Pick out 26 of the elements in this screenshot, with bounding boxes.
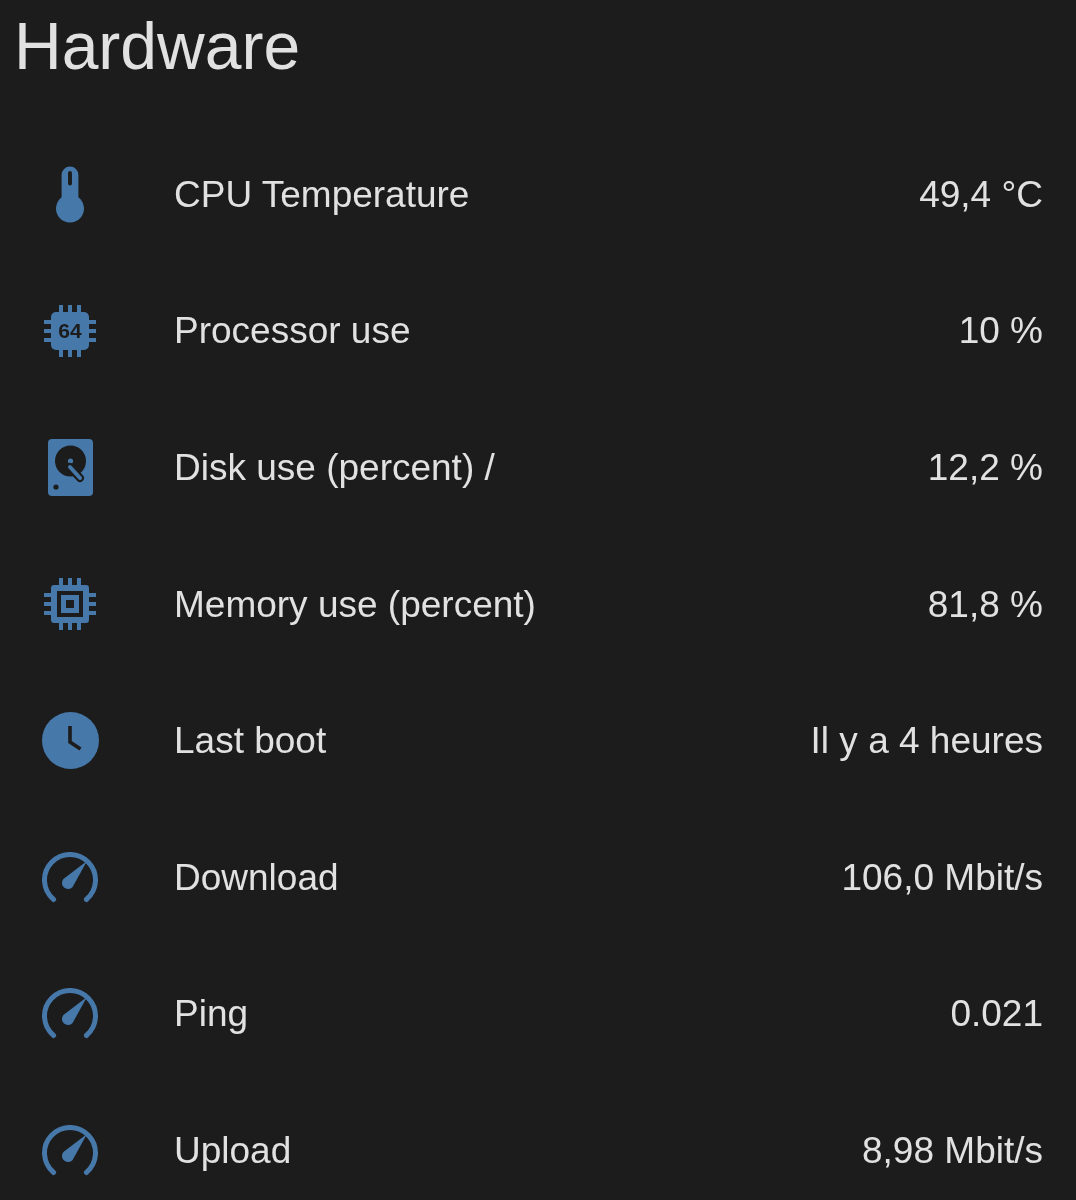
- card-title: Hardware: [14, 13, 301, 79]
- sensor-label: Download: [174, 858, 339, 896]
- sensor-value: 0.021: [950, 995, 1043, 1033]
- thermometer-icon: [56, 165, 84, 223]
- speedometer-icon: [41, 988, 99, 1040]
- sensor-value: 49,4 °C: [919, 175, 1043, 213]
- sensor-value: 81,8 %: [927, 585, 1043, 623]
- sensor-value: 106,0 Mbit/s: [841, 858, 1043, 896]
- sensor-value: 10 %: [958, 312, 1043, 350]
- chip-label: 64: [58, 320, 82, 342]
- sensor-label: Upload: [174, 1131, 292, 1169]
- sensor-label: Ping: [174, 995, 249, 1033]
- sensor-label: CPU Temperature: [174, 175, 470, 213]
- clock-icon: [41, 712, 99, 770]
- chip-icon: [44, 578, 96, 631]
- sensor-value: 8,98 Mbit/s: [862, 1131, 1043, 1169]
- sensor-label: Processor use: [174, 312, 411, 350]
- hard-drive-icon: [47, 439, 93, 496]
- sensor-label: Last boot: [174, 722, 327, 760]
- speedometer-icon: [41, 851, 99, 903]
- sensor-value: 12,2 %: [927, 449, 1043, 486]
- sensor-value: Il y a 4 heures: [810, 722, 1043, 760]
- chip-icon: [44, 304, 96, 357]
- speedometer-icon: [41, 1124, 99, 1176]
- sensor-label: Memory use (percent): [174, 585, 536, 623]
- sensor-label: Disk use (percent) /: [174, 449, 495, 486]
